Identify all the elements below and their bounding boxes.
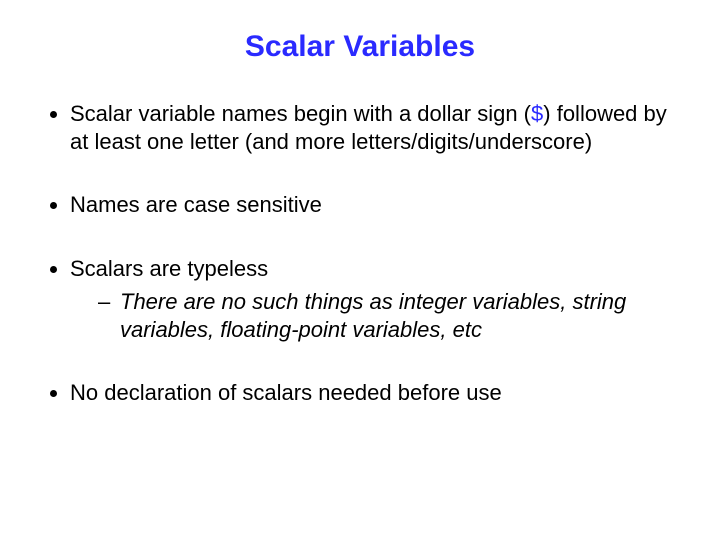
slide-title: Scalar Variables xyxy=(40,30,680,64)
bullet-2: Names are case sensitive xyxy=(70,191,680,219)
bullet-4-text: No declaration of scalars needed before … xyxy=(70,380,502,405)
bullet-4: No declaration of scalars needed before … xyxy=(70,379,680,407)
dollar-sign: $ xyxy=(531,101,543,126)
bullet-3-sub-1-text: There are no such things as integer vari… xyxy=(120,289,626,342)
bullet-3-sublist: There are no such things as integer vari… xyxy=(70,288,680,343)
bullet-3-sub-1: There are no such things as integer vari… xyxy=(98,288,680,343)
bullet-1: Scalar variable names begin with a dolla… xyxy=(70,100,680,155)
bullet-1-text-pre: Scalar variable names begin with a dolla… xyxy=(70,101,531,126)
bullet-list: Scalar variable names begin with a dolla… xyxy=(40,100,680,407)
bullet-3: Scalars are typeless There are no such t… xyxy=(70,255,680,344)
bullet-2-text: Names are case sensitive xyxy=(70,192,322,217)
bullet-3-text: Scalars are typeless xyxy=(70,256,268,281)
slide: Scalar Variables Scalar variable names b… xyxy=(0,0,720,540)
